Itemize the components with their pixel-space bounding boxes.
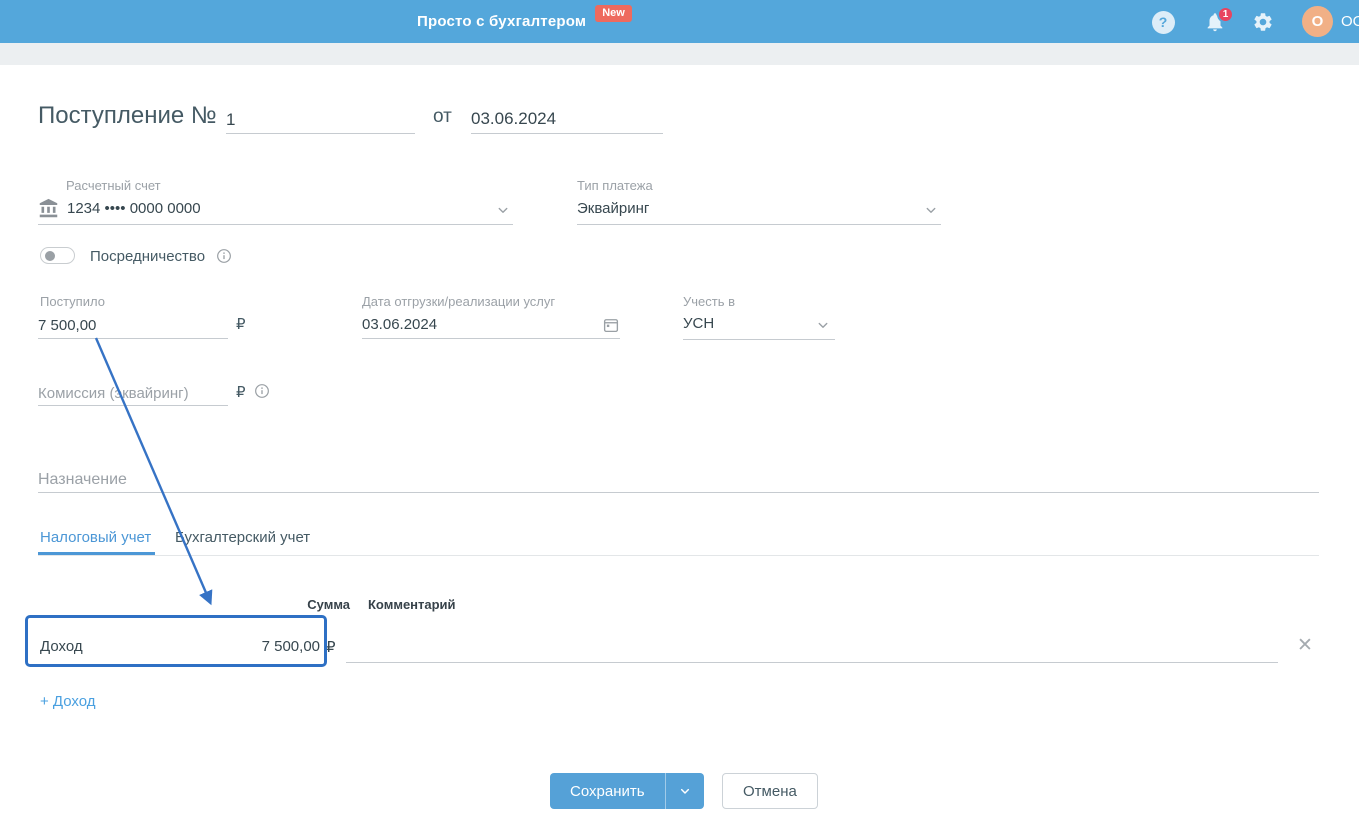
document-date-field[interactable] xyxy=(471,104,692,134)
new-badge: New xyxy=(595,5,632,22)
received-amount-input[interactable] xyxy=(38,313,228,339)
toggle-knob xyxy=(45,251,55,261)
save-button[interactable]: Сохранить xyxy=(550,773,704,809)
mediation-toggle[interactable] xyxy=(40,247,75,264)
avatar[interactable]: O xyxy=(1302,6,1333,37)
chevron-down-icon[interactable] xyxy=(814,316,832,334)
remove-row-button[interactable]: ✕ xyxy=(1297,634,1313,657)
org-name[interactable]: ОО xyxy=(1341,13,1359,30)
tab-bookkeeping[interactable]: Бухгалтерский учет xyxy=(175,529,310,546)
payment-type-select-value[interactable]: Эквайринг xyxy=(577,200,649,217)
income-sum-value[interactable]: 7 500,00 xyxy=(190,638,320,655)
purpose-input[interactable] xyxy=(38,467,1319,493)
account-select-value[interactable]: 1234 •••• 0000 0000 xyxy=(67,200,201,217)
commission-currency: ₽ xyxy=(236,384,246,401)
date-prefix-label: от xyxy=(433,106,452,127)
chevron-down-icon xyxy=(680,788,689,794)
received-currency: ₽ xyxy=(236,316,246,333)
payment-type-label: Тип платежа xyxy=(577,178,653,193)
received-label: Поступило xyxy=(40,294,105,309)
calendar-icon[interactable] xyxy=(602,316,620,334)
save-options-button[interactable] xyxy=(666,773,704,809)
tax-regime-underline xyxy=(683,339,835,340)
document-number-input[interactable] xyxy=(226,106,415,134)
tax-regime-label: Учесть в xyxy=(683,294,736,309)
help-button[interactable]: ? xyxy=(1151,10,1175,34)
notification-count-badge[interactable]: 1 xyxy=(1217,6,1234,23)
bank-icon xyxy=(39,198,58,218)
comment-column-header: Комментарий xyxy=(368,597,456,612)
save-button-label: Сохранить xyxy=(570,782,645,800)
commission-input[interactable] xyxy=(38,381,228,406)
account-label: Расчетный счет xyxy=(66,178,161,193)
app-header-title-group: Просто с бухгалтером New xyxy=(417,0,632,43)
tabs-divider xyxy=(38,555,1319,556)
shipment-date-input[interactable] xyxy=(362,316,602,333)
chevron-down-icon[interactable] xyxy=(494,201,512,219)
help-icon: ? xyxy=(1151,10,1175,34)
tax-regime-select-value[interactable]: УСН xyxy=(683,315,714,332)
payment-type-underline xyxy=(577,224,941,225)
info-icon[interactable] xyxy=(216,248,232,264)
shipment-date-field[interactable] xyxy=(362,311,620,339)
income-type-select-value[interactable]: Доход xyxy=(40,638,83,655)
settings-button[interactable] xyxy=(1251,10,1275,34)
active-tab-underline xyxy=(38,552,155,555)
document-date-input[interactable] xyxy=(471,108,692,129)
chevron-down-icon[interactable] xyxy=(922,201,940,219)
info-icon[interactable] xyxy=(254,383,270,399)
sum-column-header: Сумма xyxy=(307,597,350,612)
app-title: Просто с бухгалтером xyxy=(417,13,587,30)
page-title: Поступление № xyxy=(38,102,217,129)
shipment-date-label: Дата отгрузки/реализации услуг xyxy=(362,294,556,309)
cancel-button[interactable]: Отмена xyxy=(722,773,818,809)
add-income-link[interactable]: + Доход xyxy=(40,693,96,710)
account-underline xyxy=(38,224,513,225)
income-sum-currency: ₽ xyxy=(326,639,336,656)
gear-icon xyxy=(1254,13,1272,31)
header-shadow-band xyxy=(0,43,1359,65)
mediation-label: Посредничество xyxy=(90,248,206,265)
tab-tax-accounting[interactable]: Налоговый учет xyxy=(40,529,151,546)
income-comment-input[interactable] xyxy=(346,637,1278,663)
